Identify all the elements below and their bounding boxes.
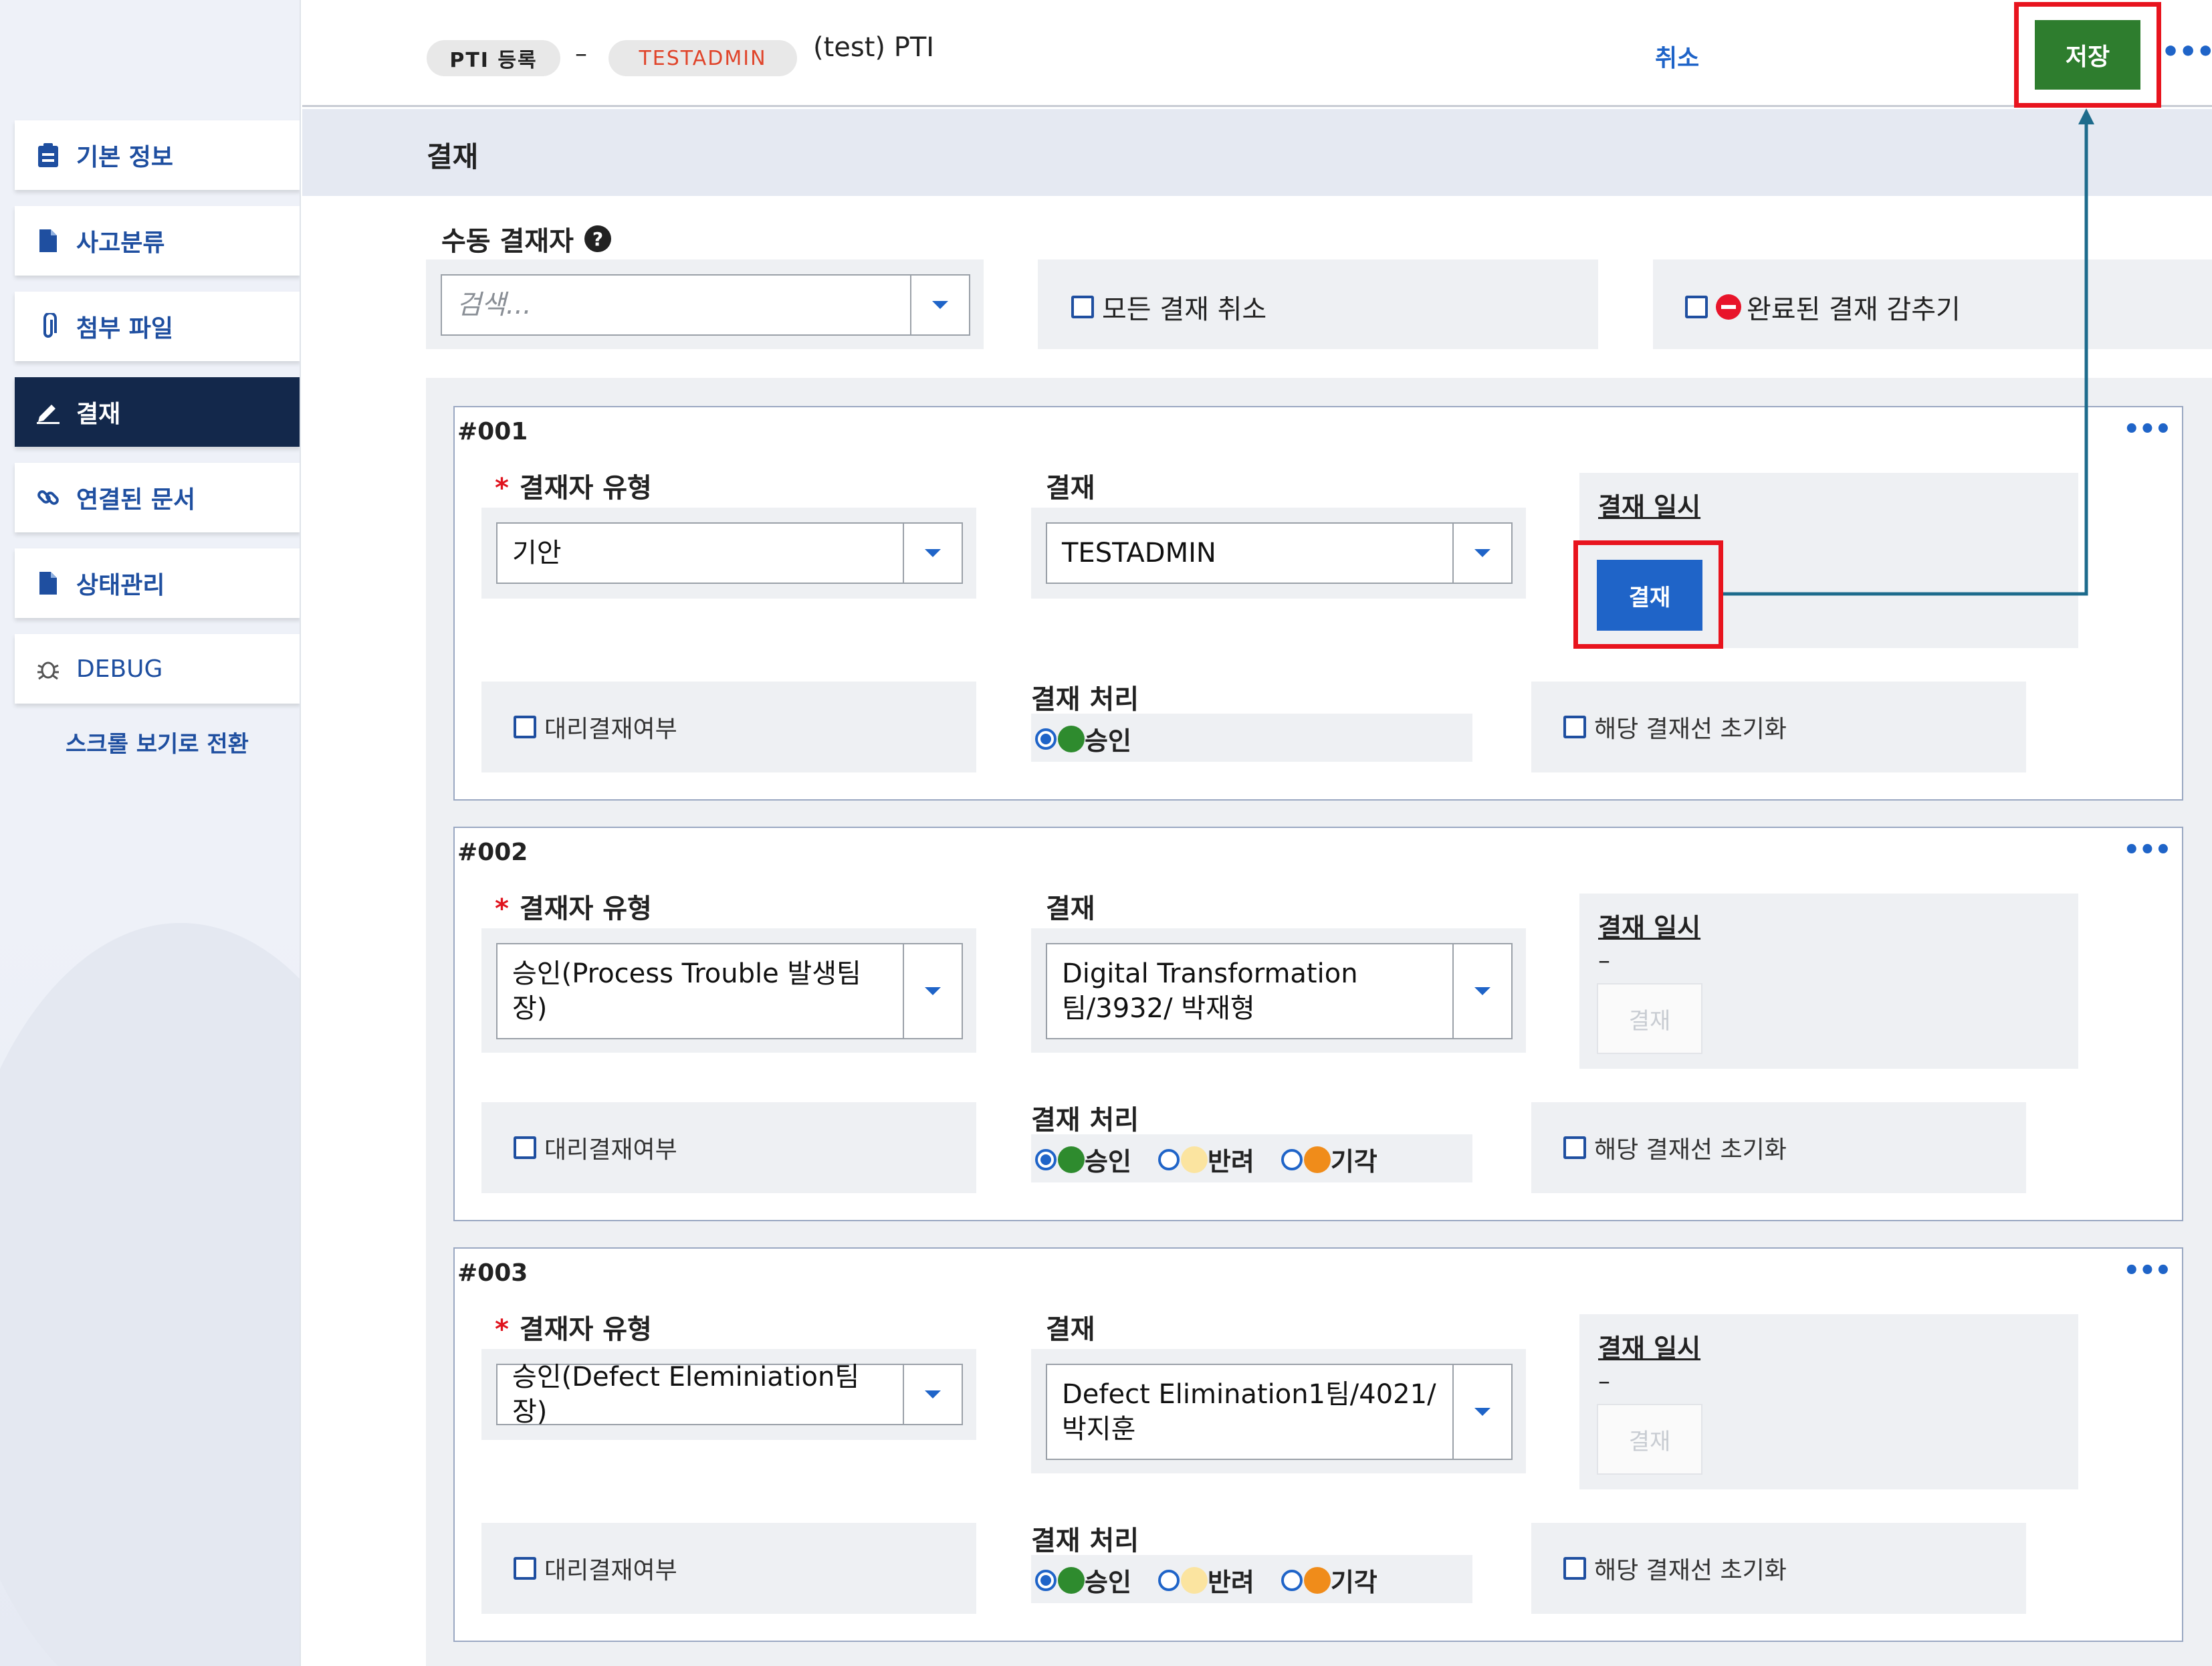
- arrow-head: [2078, 108, 2094, 124]
- arrow-line: [1723, 122, 2088, 596]
- annotation-arrow: [1723, 108, 2094, 596]
